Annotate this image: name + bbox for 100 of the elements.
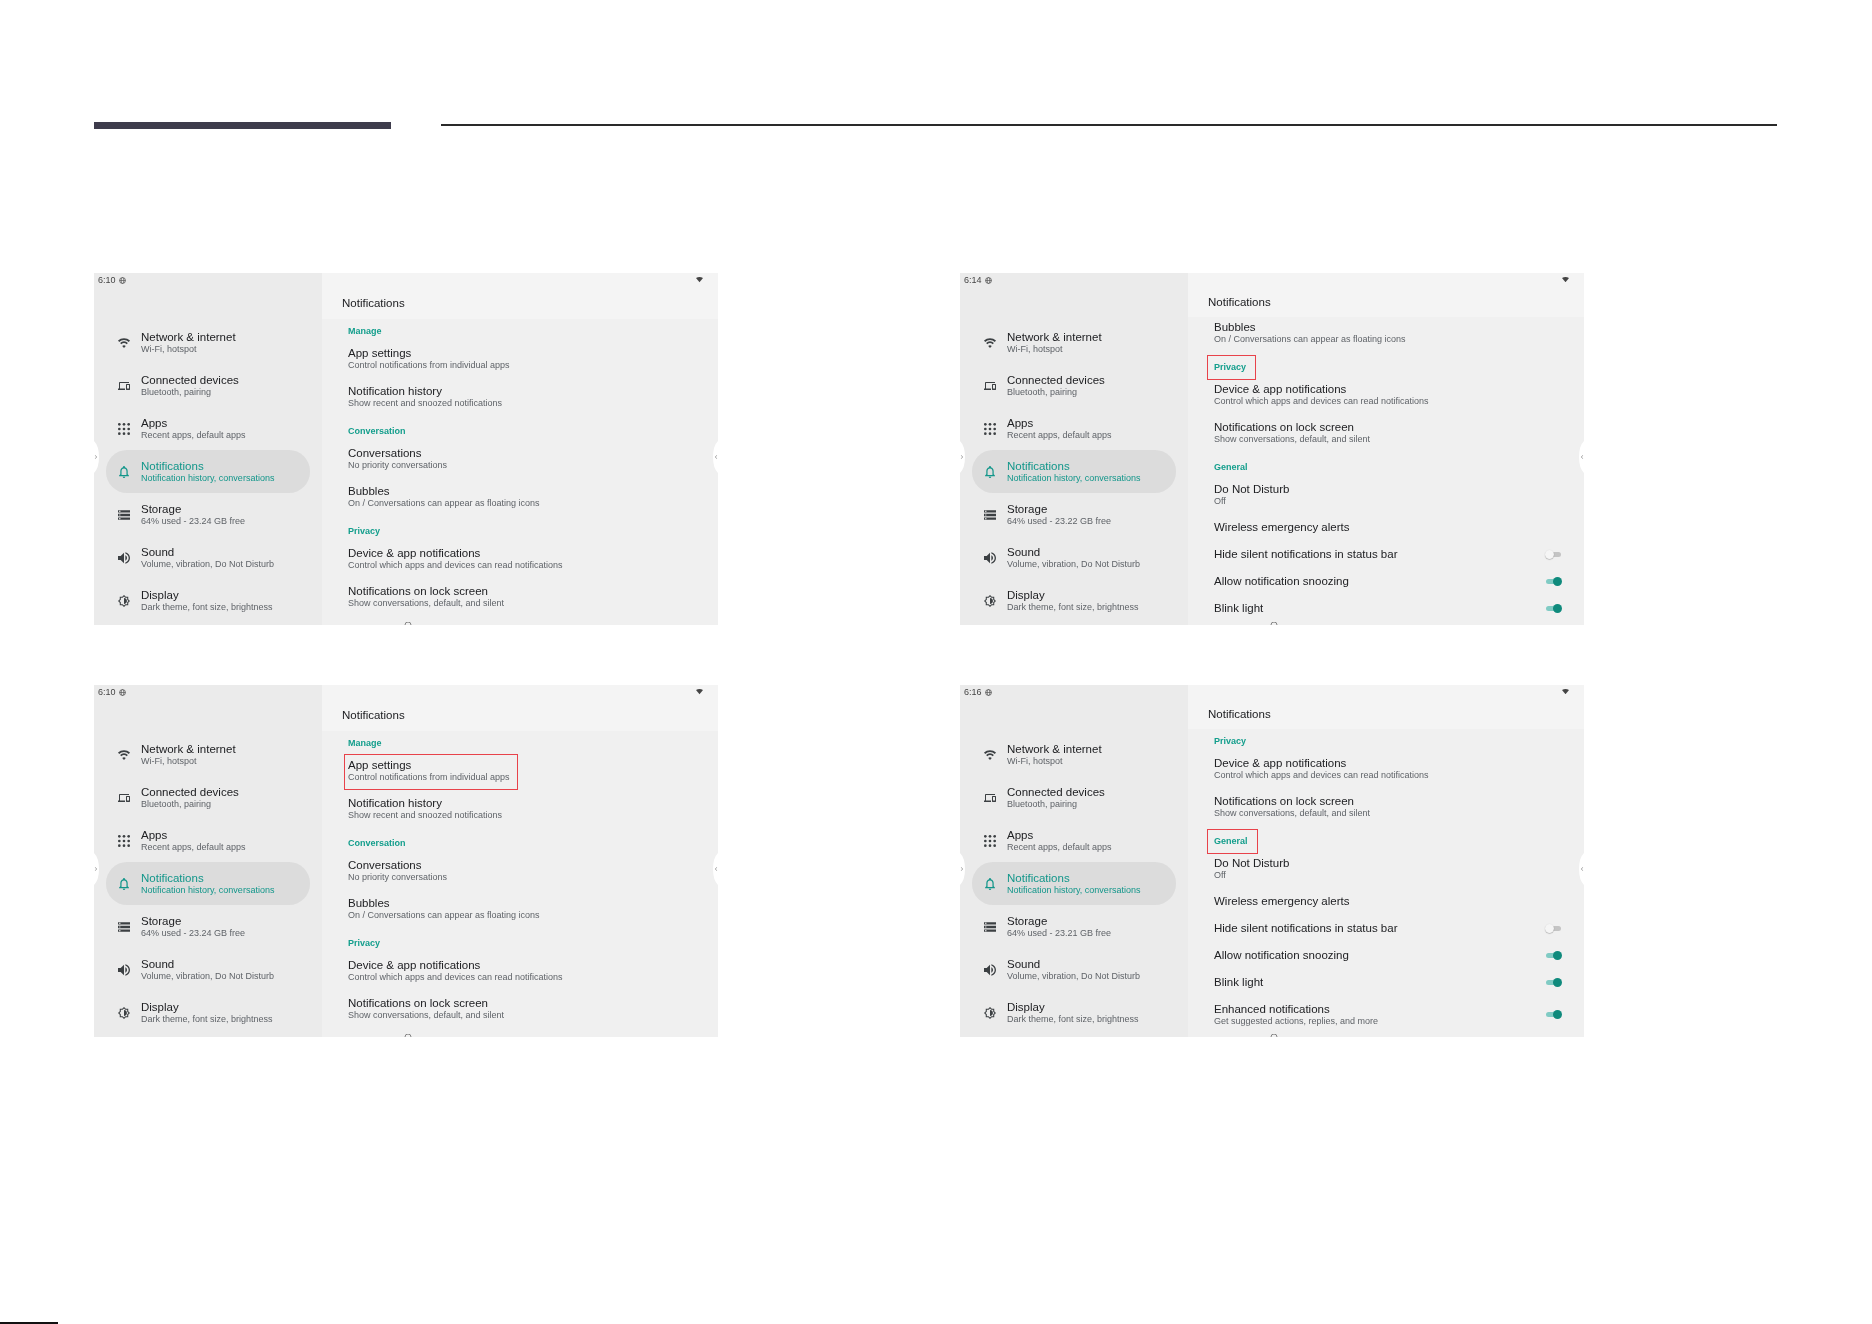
settings-item[interactable]: Bubbles On / Conversations can appear as floating icons xyxy=(348,893,696,931)
settings-item[interactable]: App settings Control notifications from individual apps xyxy=(348,343,696,381)
toggle-switch[interactable] xyxy=(1545,923,1562,933)
settings-item[interactable]: Device & app notifications Control which apps and devices can read notifications xyxy=(1214,379,1562,417)
page-title: Notifications xyxy=(1208,294,1271,309)
sidebar-item[interactable]: Display Dark theme, font size, brightness xyxy=(106,991,310,1034)
sidebar-item[interactable]: Display Dark theme, font size, brightness xyxy=(106,579,310,622)
item-title: Notifications on lock screen xyxy=(1214,420,1355,434)
item-summary: Show conversations, default, and silent xyxy=(1214,808,1371,819)
arc-icon xyxy=(404,1034,412,1037)
sidebar-item-subtitle: 64% used - 23.24 GB free xyxy=(141,516,246,527)
speaker-icon xyxy=(118,963,130,976)
sidebar-item-title: Notifications xyxy=(1007,871,1071,885)
sidebar-item[interactable]: Connected devices Bluetooth, pairing xyxy=(106,364,310,407)
section-header: Privacy xyxy=(348,525,381,537)
sidebar-item[interactable]: Apps Recent apps, default apps xyxy=(972,819,1176,862)
item-summary: Off xyxy=(1214,496,1227,507)
item-title: Device & app notifications xyxy=(1214,382,1348,396)
settings-item[interactable]: Blink light xyxy=(1214,598,1562,625)
sidebar-item[interactable]: Network & internet Wi-Fi, hotspot xyxy=(972,321,1176,364)
settings-item[interactable]: Notifications on lock screen Show conversations, default, and silent xyxy=(348,581,696,619)
sidebar-item[interactable]: Network & internet Wi-Fi, hotspot xyxy=(106,321,310,364)
item-title: Hide silent notifications in status bar xyxy=(1214,921,1398,935)
settings-item[interactable]: App settings Control notifications from individual apps xyxy=(348,755,696,793)
sidebar-item[interactable]: Display Dark theme, font size, brightness xyxy=(972,579,1176,622)
toggle-switch[interactable] xyxy=(1545,549,1562,559)
settings-item[interactable]: Notifications on lock screen Show conversations, default, and silent xyxy=(348,993,696,1031)
sidebar-item-title: Apps xyxy=(1007,416,1035,430)
toggle-switch[interactable] xyxy=(1545,977,1562,987)
sidebar-item-subtitle: Recent apps, default apps xyxy=(141,430,246,441)
settings-item[interactable]: Allow notification snoozing xyxy=(1214,571,1562,598)
item-title: Conversations xyxy=(348,858,423,872)
sidebar-item-subtitle: Wi-Fi, hotspot xyxy=(141,756,198,767)
settings-item[interactable]: Allow notification snoozing xyxy=(1214,945,1562,972)
sidebar-item[interactable]: Network & internet Wi-Fi, hotspot xyxy=(972,733,1176,776)
settings-item[interactable]: Do Not Disturb Off xyxy=(1214,479,1562,517)
monitor-phone-icon xyxy=(118,791,130,804)
sidebar-item[interactable]: Connected devices Bluetooth, pairing xyxy=(972,364,1176,407)
sidebar-item[interactable]: Storage 64% used - 23.22 GB free xyxy=(972,493,1176,536)
section-header: General xyxy=(1214,835,1248,847)
settings-item[interactable]: Notifications on lock screen Show conversations, default, and silent xyxy=(1214,791,1562,829)
toggle-switch[interactable] xyxy=(1545,1010,1562,1019)
sidebar-item-subtitle: Volume, vibration, Do Not Disturb xyxy=(141,971,275,982)
settings-item[interactable]: Bubbles On / Conversations can appear as floating icons xyxy=(348,481,696,519)
sidebar-item-subtitle: 64% used - 23.24 GB free xyxy=(141,928,246,939)
sidebar-item[interactable]: Connected devices Bluetooth, pairing xyxy=(106,776,310,819)
settings-item[interactable]: Device & app notifications Control which apps and devices can read notifications xyxy=(348,543,696,581)
settings-item[interactable]: Conversations No priority conversations xyxy=(348,443,696,481)
settings-item[interactable]: Notification history Show recent and snoozed notifications xyxy=(348,793,696,831)
settings-item[interactable]: Wireless emergency alerts xyxy=(1214,517,1562,544)
sidebar-item[interactable]: Connected devices Bluetooth, pairing xyxy=(972,776,1176,819)
sidebar-item-title: Sound xyxy=(141,957,176,971)
settings-item[interactable]: Conversations No priority conversations xyxy=(348,855,696,893)
item-title: Enhanced notifications xyxy=(1214,1002,1331,1016)
edge-handle-icon xyxy=(94,441,99,473)
item-summary: Control notifications from individual apps xyxy=(348,772,510,783)
settings-item[interactable]: Hide silent notifications in status bar xyxy=(1214,918,1562,945)
globe-icon xyxy=(118,688,126,696)
settings-item[interactable]: Do Not Disturb Off xyxy=(1214,853,1562,891)
item-title: App settings xyxy=(348,346,413,360)
settings-item[interactable]: Bubbles On / Conversations can appear as floating icons xyxy=(1214,317,1562,355)
item-title: Device & app notifications xyxy=(348,958,482,972)
stacked-bars-icon xyxy=(118,508,130,521)
settings-item[interactable]: Device & app notifications Control which apps and devices can read notifications xyxy=(1214,753,1562,791)
settings-item[interactable]: Enhanced notifications Get suggested actions, replies, and more xyxy=(1214,999,1562,1037)
sidebar-item[interactable]: Display Dark theme, font size, brightness xyxy=(972,991,1176,1034)
section-header: General xyxy=(1214,461,1248,473)
sidebar-item[interactable]: Apps Recent apps, default apps xyxy=(972,407,1176,450)
sidebar-item[interactable]: Sound Volume, vibration, Do Not Disturb xyxy=(972,536,1176,579)
sidebar-item[interactable]: Storage 64% used - 23.24 GB free xyxy=(106,493,310,536)
item-summary: Get suggested actions, replies, and more xyxy=(1214,1016,1379,1027)
settings-item[interactable]: Wireless emergency alerts xyxy=(1214,891,1562,918)
toggle-switch[interactable] xyxy=(1545,950,1562,960)
settings-item[interactable]: Notification history Show recent and snoozed notifications xyxy=(348,381,696,419)
globe-icon xyxy=(984,688,992,696)
sidebar-item-title: Storage xyxy=(141,914,183,928)
item-title: Allow notification snoozing xyxy=(1214,574,1349,588)
item-summary: Show conversations, default, and silent xyxy=(1214,434,1371,445)
settings-item[interactable]: Blink light xyxy=(1214,972,1562,999)
speaker-icon xyxy=(984,963,996,976)
toggle-switch[interactable] xyxy=(1545,603,1562,613)
sidebar-item-subtitle: Dark theme, font size, brightness xyxy=(141,1014,273,1025)
sidebar-item[interactable]: Storage 64% used - 23.24 GB free xyxy=(106,905,310,948)
settings-item[interactable]: Notifications on lock screen Show conversations, default, and silent xyxy=(1214,417,1562,455)
stacked-bars-icon xyxy=(118,920,130,933)
sidebar-item[interactable]: Apps Recent apps, default apps xyxy=(106,407,310,450)
settings-item[interactable]: Device & app notifications Control which apps and devices can read notifications xyxy=(348,955,696,993)
sidebar-item-title: Network & internet xyxy=(1007,742,1102,756)
item-summary: Control which apps and devices can read notifications xyxy=(348,972,563,983)
sidebar-item-title: Notifications xyxy=(141,871,205,885)
sidebar-item[interactable]: Sound Volume, vibration, Do Not Disturb xyxy=(106,536,310,579)
edge-handle-icon xyxy=(713,441,718,473)
sidebar-item[interactable]: Sound Volume, vibration, Do Not Disturb xyxy=(106,948,310,991)
sidebar-item[interactable]: Network & internet Wi-Fi, hotspot xyxy=(106,733,310,776)
sidebar-item[interactable]: Sound Volume, vibration, Do Not Disturb xyxy=(972,948,1176,991)
sidebar-item-subtitle: Bluetooth, pairing xyxy=(141,387,213,398)
settings-item[interactable]: Hide silent notifications in status bar xyxy=(1214,544,1562,571)
sidebar-item[interactable]: Storage 64% used - 23.21 GB free xyxy=(972,905,1176,948)
toggle-switch[interactable] xyxy=(1545,576,1562,586)
sidebar-item[interactable]: Apps Recent apps, default apps xyxy=(106,819,310,862)
